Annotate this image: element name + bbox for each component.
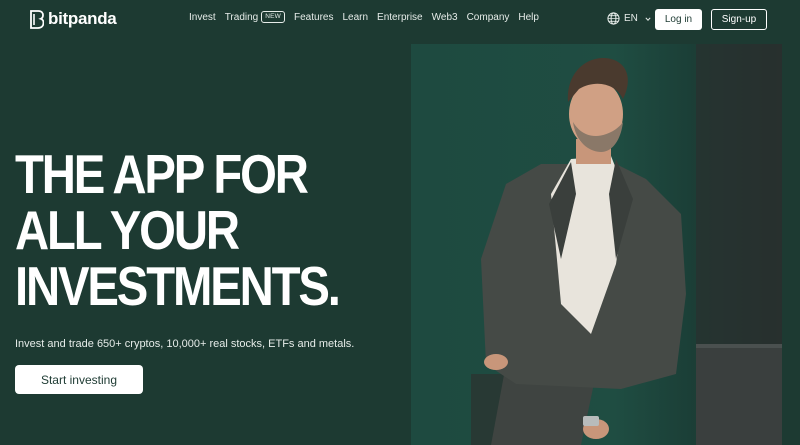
- hero-image: [411, 44, 782, 445]
- headline-line: ALL YOUR: [15, 199, 240, 261]
- login-button[interactable]: Log in: [655, 9, 702, 30]
- chevron-down-icon: [645, 16, 651, 21]
- nav-item-label: Web3: [431, 11, 458, 23]
- nav-item-enterprise[interactable]: Enterprise: [377, 12, 423, 23]
- nav-item-help[interactable]: Help: [518, 12, 539, 23]
- headline-line: INVESTMENTS.: [15, 255, 341, 317]
- signup-button[interactable]: Sign-up: [711, 9, 767, 30]
- top-navigation: bitpanda Invest Trading NEW Features Lear…: [0, 0, 800, 38]
- language-code: EN: [624, 13, 638, 24]
- brand-name: bitpanda: [48, 9, 117, 28]
- nav-item-learn[interactable]: Learn: [342, 12, 368, 23]
- nav-item-features[interactable]: Features: [294, 12, 333, 23]
- hero-subtitle: Invest and trade 650+ cryptos, 10,000+ r…: [15, 338, 355, 350]
- bitpanda-logo-icon: [30, 9, 44, 29]
- nav-item-web3[interactable]: Web3: [432, 12, 458, 23]
- nav-item-label: Trading: [224, 11, 259, 23]
- man-in-suit-illustration: [471, 44, 782, 445]
- nav-item-label: Help: [518, 11, 539, 23]
- nav-item-trading[interactable]: Trading NEW: [225, 11, 285, 23]
- nav-item-label: Features: [294, 11, 334, 23]
- nav-item-label: Enterprise: [377, 11, 423, 23]
- nav-item-company[interactable]: Company: [467, 12, 510, 23]
- nav-item-label: Invest: [189, 11, 216, 23]
- language-selector[interactable]: EN: [607, 12, 651, 25]
- nav-item-label: Company: [466, 11, 510, 23]
- brand-logo[interactable]: bitpanda: [30, 9, 117, 29]
- main-menu: Invest Trading NEW Features Learn Enterpr…: [189, 11, 539, 23]
- nav-item-label: Learn: [342, 11, 369, 23]
- hero-headline: THE APP FOR ALL YOUR INVESTMENTS.: [15, 146, 342, 314]
- new-badge: NEW: [261, 11, 285, 23]
- nav-item-invest[interactable]: Invest: [189, 12, 216, 23]
- globe-icon: [607, 12, 620, 25]
- headline-line: THE APP FOR: [15, 143, 309, 205]
- start-investing-button[interactable]: Start investing: [15, 365, 143, 394]
